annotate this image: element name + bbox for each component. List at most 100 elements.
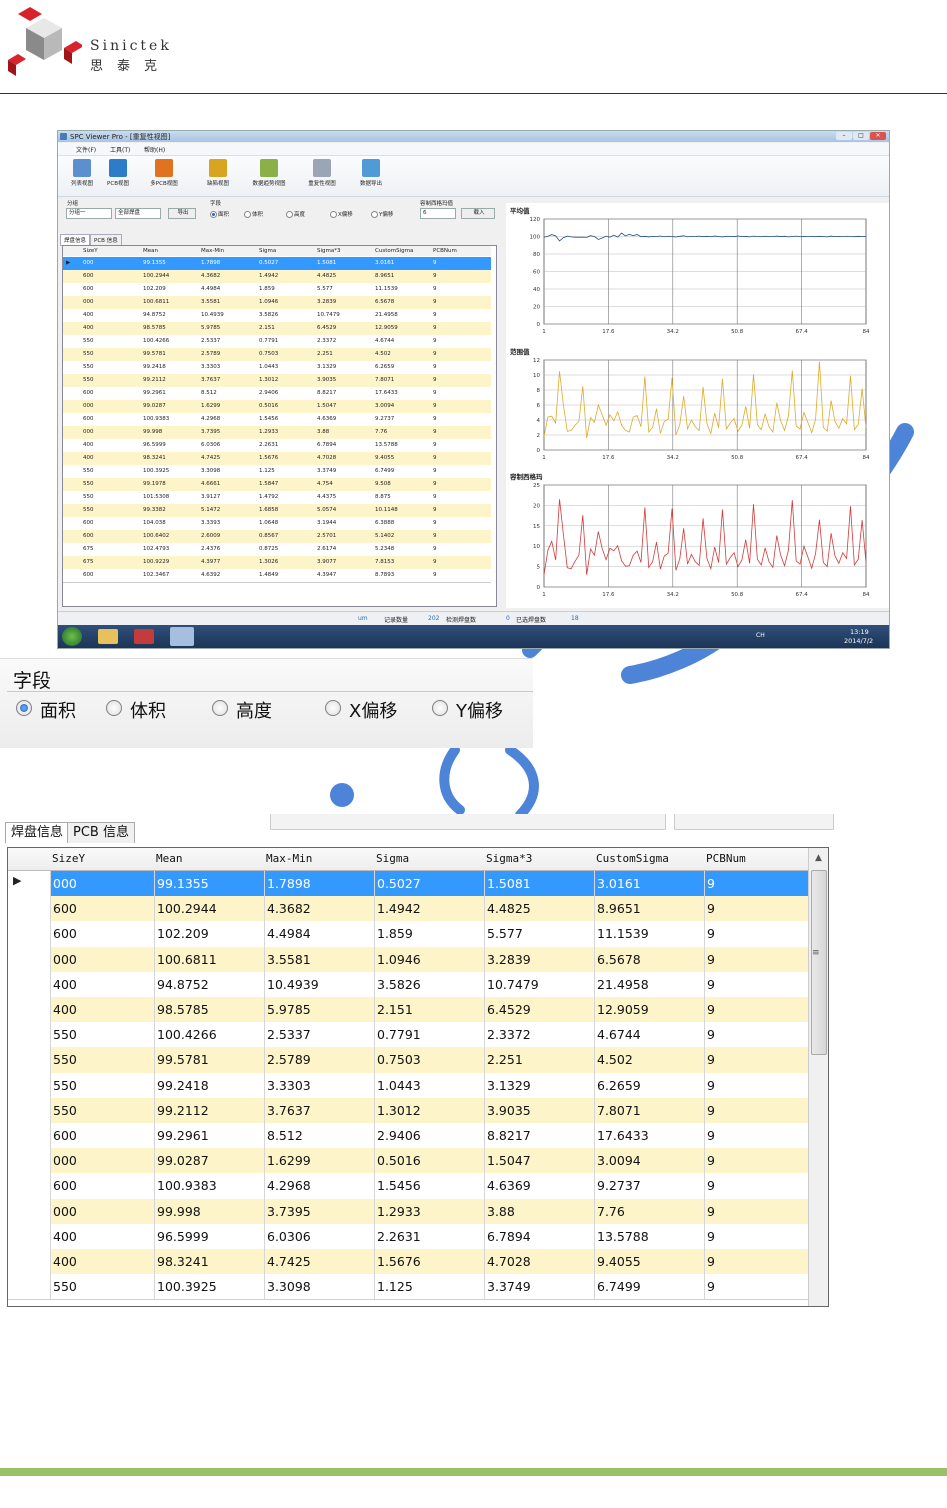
column-header[interactable]: PCBNum — [433, 246, 457, 256]
table-row[interactable]: 000 99.0287 1.6299 0.5016 1.5047 3.0094 9 — [63, 400, 491, 414]
app-taskbar-icon[interactable] — [134, 629, 154, 644]
minimize-button[interactable]: – — [836, 132, 852, 140]
field-radio-volume[interactable]: 体积 — [244, 210, 263, 218]
column-header[interactable]: CustomSigma — [596, 848, 669, 870]
table-row[interactable]: 000 100.6811 3.5581 1.0946 3.2839 6.5678 9 — [8, 946, 808, 973]
radio-height[interactable]: 高度 — [212, 697, 272, 722]
scrollbar-thumb[interactable] — [811, 870, 827, 1055]
table-row[interactable]: 400 94.8752 10.4939 3.5826 10.7479 21.4958 9 — [8, 971, 808, 998]
table-row[interactable]: 600 99.2961 8.512 2.9406 8.8217 17.6433 9 — [8, 1123, 808, 1150]
export-button[interactable]: 导出 — [168, 208, 196, 219]
row-selector[interactable] — [8, 1249, 51, 1275]
row-selector[interactable] — [8, 1022, 51, 1048]
table-row[interactable]: 550 100.3925 3.3098 1.125 3.3749 6.7499 9 — [63, 465, 491, 479]
table-row[interactable]: 000 100.6811 3.5581 1.0946 3.2839 6.5678 9 — [63, 296, 491, 310]
table-row[interactable]: 000 99.998 3.7395 1.2933 3.88 7.76 9 — [63, 426, 491, 440]
table-row[interactable]: ▶ 000 99.1355 1.7898 0.5027 1.5081 3.0161 9 — [63, 257, 491, 271]
trend-view-button[interactable]: 数据趋势视图 — [246, 159, 292, 193]
table-row[interactable]: 400 98.3241 4.7425 1.5676 4.7028 9.4055 9 — [8, 1249, 808, 1276]
row-selector[interactable] — [8, 896, 51, 922]
field-radio-height[interactable]: 高度 — [286, 210, 305, 218]
start-button[interactable] — [62, 627, 82, 646]
table-row[interactable]: 550 99.1978 4.6661 1.5847 4.754 9.508 9 — [63, 478, 491, 492]
column-header[interactable]: CustomSigma — [375, 246, 413, 256]
row-selector[interactable] — [8, 1173, 51, 1199]
row-selector[interactable] — [8, 921, 51, 947]
table-row[interactable]: 550 99.2418 3.3303 1.0443 3.1329 6.2659 9 — [63, 361, 491, 375]
field-radio-x-offset[interactable]: X偏移 — [330, 210, 353, 218]
table-row[interactable]: 550 100.3925 3.3098 1.125 3.3749 6.7499 9 — [8, 1274, 808, 1301]
column-header[interactable]: Sigma — [376, 848, 409, 870]
table-row[interactable]: 400 98.5785 5.9785 2.151 6.4529 12.9059 9 — [8, 997, 808, 1024]
table-row[interactable]: 600 99.2961 8.512 2.9406 8.8217 17.6433 9 — [63, 387, 491, 401]
radio-y-offset[interactable]: Y偏移 — [432, 697, 503, 722]
explorer-taskbar-icon[interactable] — [98, 629, 118, 644]
table-row[interactable]: 550 99.5781 2.5789 0.7503 2.251 4.502 9 — [63, 348, 491, 362]
table-row[interactable]: 600 102.209 4.4984 1.859 5.577 11.1539 9 — [63, 283, 491, 297]
table-row[interactable]: 400 98.3241 4.7425 1.5676 4.7028 9.4055 9 — [63, 452, 491, 466]
scroll-up-icon[interactable]: ▲ — [809, 848, 828, 868]
row-selector[interactable] — [8, 1123, 51, 1149]
table-row[interactable]: 600 100.2944 4.3682 1.4942 4.4825 8.9651 9 — [63, 270, 491, 284]
table-row[interactable]: 600 100.9383 4.2968 1.5456 4.6369 9.2737 9 — [8, 1173, 808, 1200]
column-header[interactable]: Sigma — [259, 246, 276, 256]
table-row[interactable]: 550 99.3382 5.1472 1.6858 5.0574 10.1148 9 — [63, 504, 491, 518]
menu-file[interactable]: 文件(F) — [76, 145, 96, 154]
table-row[interactable]: 600 100.6402 2.6009 0.8567 2.5701 5.1402 9 — [63, 530, 491, 544]
table-row[interactable]: 400 98.5785 5.9785 2.151 6.4529 12.9059 9 — [63, 322, 491, 336]
row-selector[interactable] — [8, 971, 51, 997]
data-export-button[interactable]: 数据导出 — [354, 159, 388, 193]
tolerance-input[interactable]: 6 — [420, 208, 456, 219]
column-header[interactable]: Sigma*3 — [486, 848, 532, 870]
table-row[interactable]: 550 100.4266 2.5337 0.7791 2.3372 4.6744 9 — [8, 1022, 808, 1049]
table-row[interactable]: 400 96.5999 6.0306 2.2631 6.7894 13.5788 9 — [8, 1223, 808, 1250]
table-row[interactable]: 550 99.2112 3.7637 1.3012 3.9035 7.8071 9 — [8, 1097, 808, 1124]
table-row[interactable]: 400 96.5999 6.0306 2.2631 6.7894 13.5788 9 — [63, 439, 491, 453]
multi-pcb-view-button[interactable]: 多PCB视图 — [144, 159, 184, 193]
load-button[interactable]: 载入 — [461, 208, 495, 219]
table-row[interactable]: 550 99.2112 3.7637 1.3012 3.9035 7.8071 9 — [63, 374, 491, 388]
row-selector[interactable] — [8, 1097, 51, 1123]
pad-select[interactable]: 全部焊盘 — [115, 208, 161, 219]
field-radio-area[interactable]: 面积 — [210, 210, 229, 218]
group-select[interactable]: 分组一 — [66, 208, 112, 219]
radio-volume[interactable]: 体积 — [106, 697, 166, 722]
pcb-view-button[interactable]: PCB视图 — [102, 159, 134, 193]
repeatability-view-button[interactable]: 重复性视图 — [302, 159, 342, 193]
list-view-button[interactable]: 列表视图 — [64, 159, 100, 193]
row-selector[interactable] — [8, 997, 51, 1023]
defect-view-button[interactable]: 缺陷视图 — [200, 159, 236, 193]
column-header[interactable]: SizeY — [83, 246, 98, 256]
table-row[interactable]: ▶ 000 99.1355 1.7898 0.5027 1.5081 3.0161 9 — [8, 871, 808, 898]
table-row[interactable]: 000 99.0287 1.6299 0.5016 1.5047 3.0094 9 — [8, 1148, 808, 1175]
table-row[interactable]: 400 94.8752 10.4939 3.5826 10.7479 21.4958 9 — [63, 309, 491, 323]
row-selector[interactable] — [8, 1274, 51, 1300]
radio-area[interactable]: 面积 — [16, 697, 76, 722]
radio-x-offset[interactable]: X偏移 — [325, 697, 397, 722]
table-row[interactable]: 550 99.5781 2.5789 0.7503 2.251 4.502 9 — [8, 1047, 808, 1074]
field-radio-y-offset[interactable]: Y偏移 — [371, 210, 393, 218]
table-row[interactable]: 675 102.4793 2.4376 0.8725 2.6174 5.2348 9 — [63, 543, 491, 557]
table-row[interactable]: 550 99.2418 3.3303 1.0443 3.1329 6.2659 9 — [8, 1072, 808, 1099]
table-row[interactable]: 000 99.998 3.7395 1.2933 3.88 7.76 9 — [8, 1198, 808, 1225]
table-row[interactable]: 675 100.9229 4.3977 1.3026 3.9077 7.8153 9 — [63, 556, 491, 570]
table-row[interactable]: 600 102.209 4.4984 1.859 5.577 11.1539 9 — [8, 921, 808, 948]
menu-tools[interactable]: 工具(T) — [110, 145, 130, 154]
table-row[interactable]: 600 100.9383 4.2968 1.5456 4.6369 9.2737 9 — [63, 413, 491, 427]
column-header[interactable]: Max-Min — [201, 246, 224, 256]
table-row[interactable]: 550 101.5308 3.9127 1.4792 4.4375 8.875 9 — [63, 491, 491, 505]
vertical-scrollbar[interactable]: ▲ ≡ — [808, 848, 828, 1306]
maximize-button[interactable]: □ — [853, 132, 869, 140]
row-selector[interactable] — [8, 1223, 51, 1249]
row-selector[interactable] — [8, 1148, 51, 1174]
column-header[interactable]: PCBNum — [706, 848, 746, 870]
column-header[interactable]: SizeY — [52, 848, 85, 870]
table-row[interactable]: 600 102.3467 4.6392 1.4849 4.3947 8.7893 9 — [63, 569, 491, 583]
column-header[interactable]: Mean — [143, 246, 158, 256]
table-row[interactable]: 600 104.038 3.3393 1.0648 3.1944 6.3888 9 — [63, 517, 491, 531]
row-selector[interactable]: ▶ — [8, 871, 51, 897]
tab-pad-info[interactable]: 焊盘信息 — [5, 822, 70, 843]
column-header[interactable]: Sigma*3 — [317, 246, 341, 256]
row-selector[interactable] — [8, 1072, 51, 1098]
language-indicator[interactable]: CH — [756, 632, 765, 639]
